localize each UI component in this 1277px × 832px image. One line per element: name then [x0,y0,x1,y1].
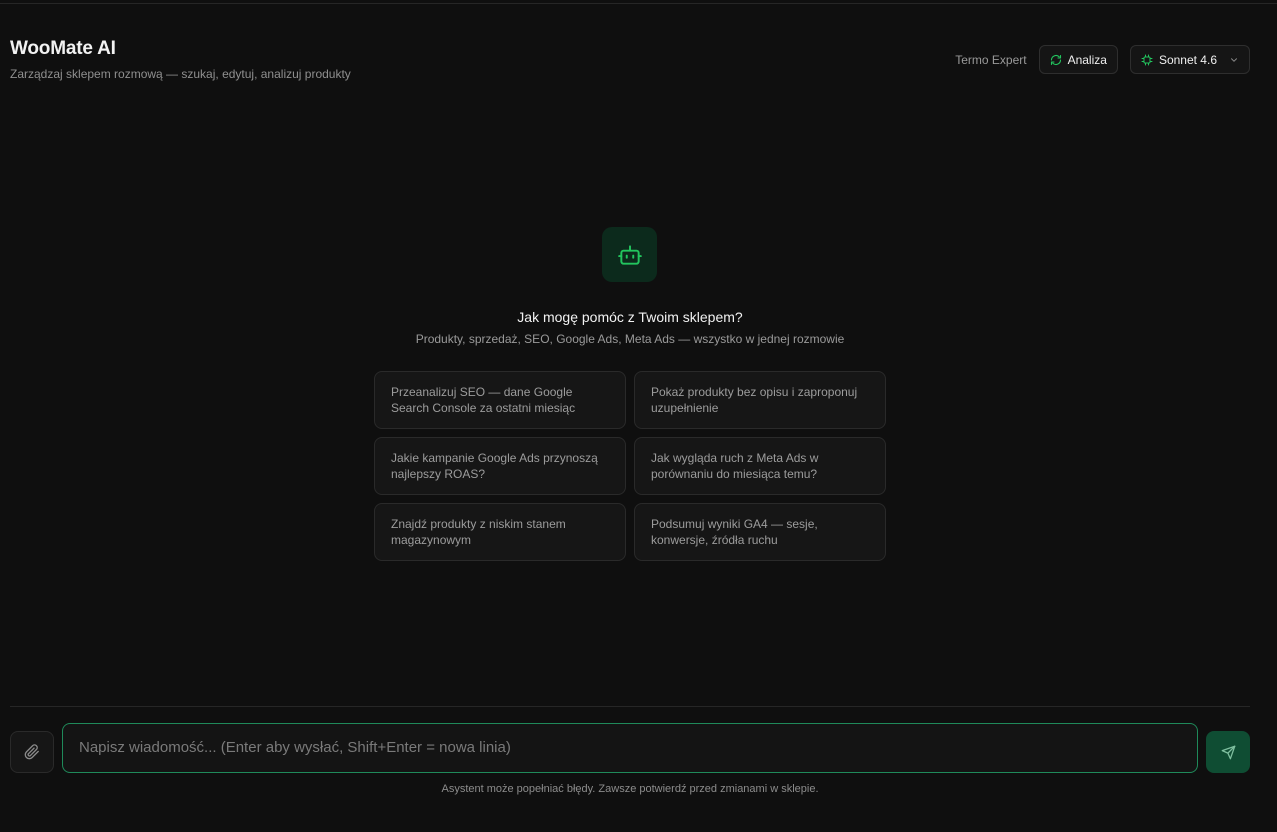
suggestion-google-ads-roas[interactable]: Jakie kampanie Google Ads przynoszą najl… [374,437,626,495]
model-label: Sonnet 4.6 [1158,52,1217,67]
send-button[interactable] [1206,731,1250,773]
app-title: WooMate AI [10,38,116,59]
cpu-chip-icon [1141,54,1153,66]
mode-button[interactable]: Analiza [1038,45,1118,74]
welcome-heading: Jak mogę pomóc z Twoim sklepem? [517,309,743,325]
top-divider [0,3,1277,4]
suggestion-grid: Przeanalizuj SEO — dane Google Search Co… [374,371,886,561]
model-select[interactable]: Sonnet 4.6 [1129,45,1250,74]
page-header: WooMate AI Zarządzaj sklepem rozmową — s… [10,38,1250,88]
send-icon [1221,745,1236,760]
message-input[interactable] [63,724,1197,772]
app-subtitle: Zarządzaj sklepem rozmową — szukaj, edyt… [10,67,351,81]
refresh-icon [1050,54,1062,66]
robot-avatar [602,227,657,282]
suggestion-ga4-summary[interactable]: Podsumuj wyniki GA4 — sesje, konwersje, … [634,503,886,561]
robot-icon [617,242,643,268]
suggestion-missing-descriptions[interactable]: Pokaż produkty bez opisu i zaproponuj uz… [634,371,886,429]
store-name: Termo Expert [955,52,1027,67]
paperclip-icon [24,744,40,760]
mode-label: Analiza [1067,52,1107,67]
disclaimer: Asystent może popełniać błędy. Zawsze po… [441,783,819,795]
suggestion-seo[interactable]: Przeanalizuj SEO — dane Google Search Co… [374,371,626,429]
header-controls: Termo Expert Analiza Sonnet 4.6 [955,45,1250,74]
message-input-wrapper [62,723,1198,773]
suggestion-meta-ads-traffic[interactable]: Jak wygląda ruch z Meta Ads w porównaniu… [634,437,886,495]
composer-divider [10,706,1250,707]
chevron-down-icon [1229,55,1239,65]
welcome-subheading: Produkty, sprzedaż, SEO, Google Ads, Met… [415,332,845,346]
attach-button[interactable] [10,731,54,773]
suggestion-low-stock[interactable]: Znajdź produkty z niskim stanem magazyno… [374,503,626,561]
